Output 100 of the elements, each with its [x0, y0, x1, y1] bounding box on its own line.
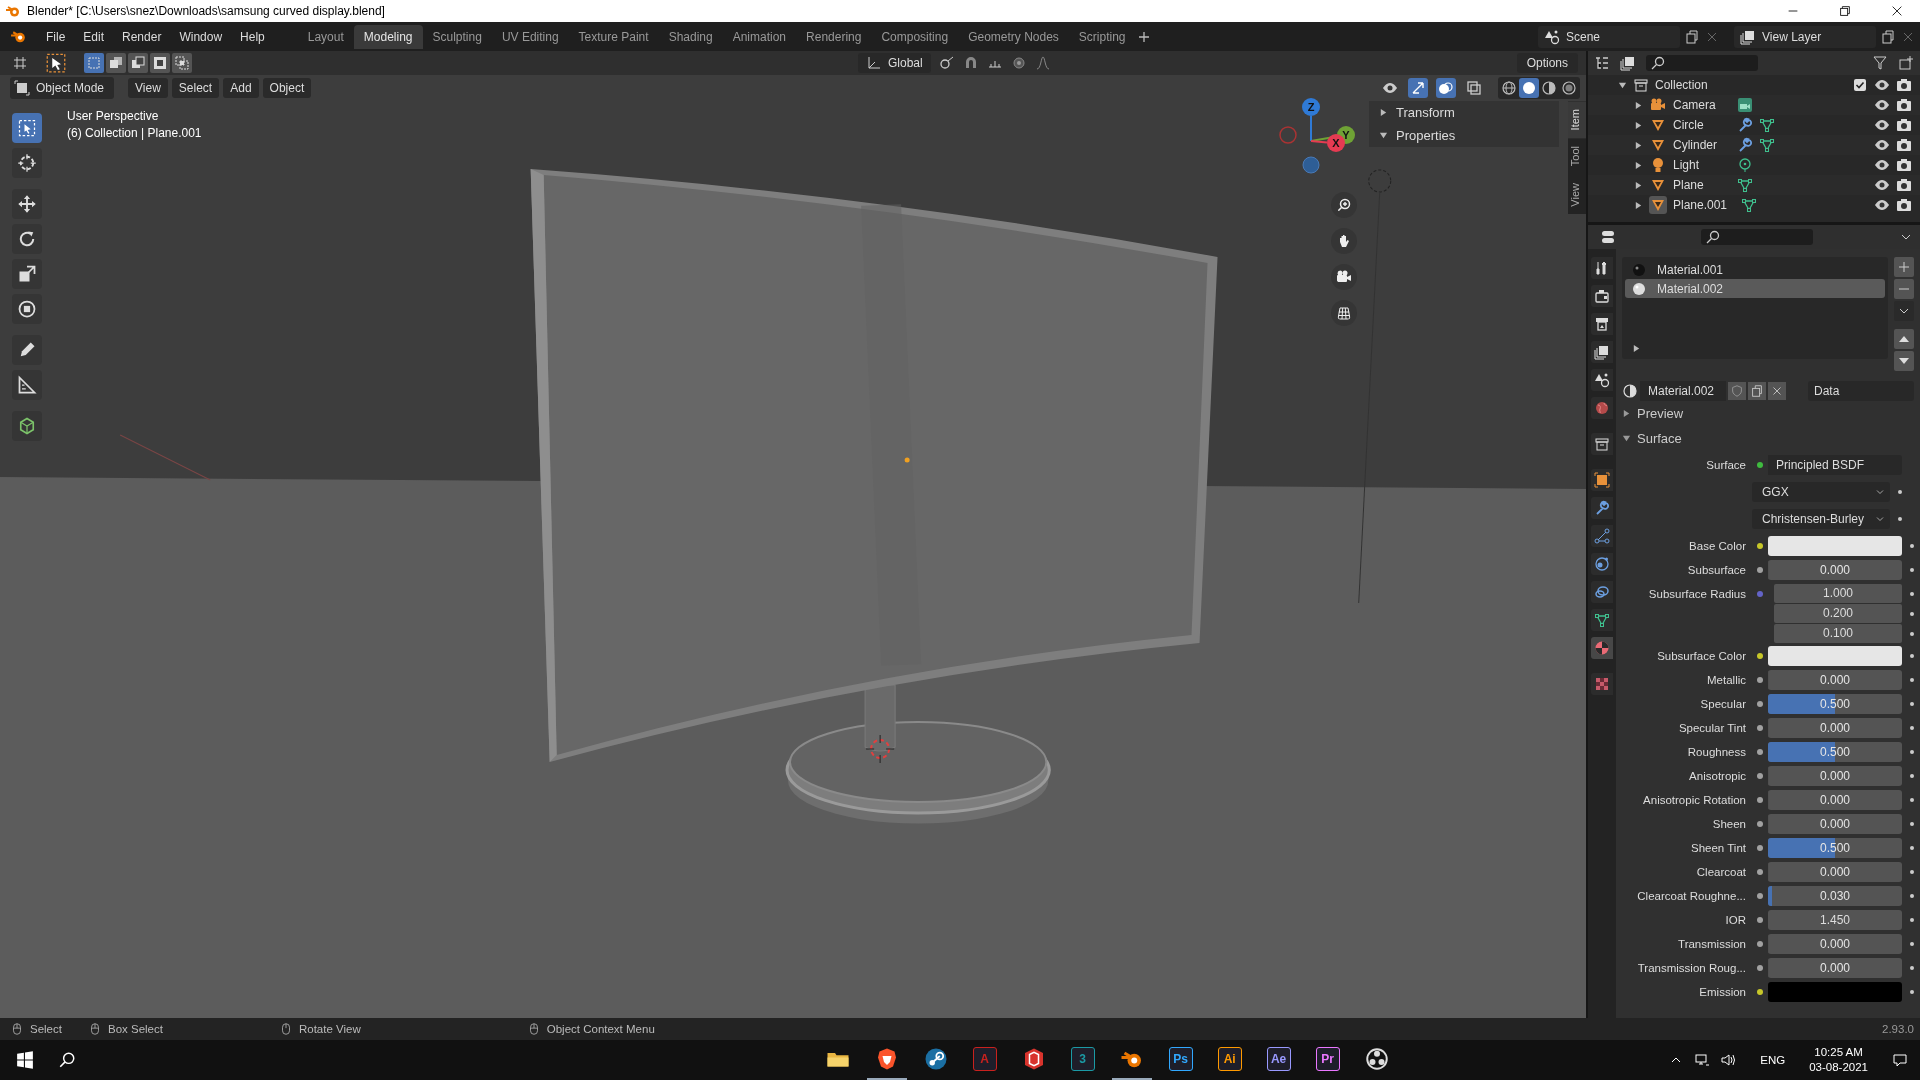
- start-icon[interactable]: [16, 1051, 34, 1069]
- panel-header[interactable]: Properties: [1369, 124, 1559, 147]
- mode-dropdown[interactable]: Object Mode: [10, 76, 115, 99]
- keyframe-dot[interactable]: [1898, 517, 1902, 521]
- selection-mode-icon[interactable]: [172, 53, 192, 73]
- overlay-toggle-icon[interactable]: [1436, 77, 1456, 98]
- camera-data-icon[interactable]: [1737, 97, 1753, 113]
- keyframe-dot[interactable]: [1910, 750, 1914, 754]
- workspace-tab[interactable]: Geometry Nodes: [958, 24, 1069, 49]
- cursor-icon[interactable]: [12, 148, 42, 178]
- keyframe-dot[interactable]: [1910, 726, 1914, 730]
- slider-field[interactable]: 0.030: [1768, 886, 1902, 906]
- panel-header[interactable]: Surface: [1622, 426, 1914, 451]
- keyframe-dot[interactable]: [1910, 966, 1914, 970]
- cube-icon[interactable]: [12, 411, 42, 441]
- workspace-tab[interactable]: Scripting: [1068, 24, 1136, 49]
- particles-tab-icon[interactable]: [1591, 525, 1613, 547]
- sidebar-tab[interactable]: View: [1568, 174, 1586, 215]
- workspace-tab[interactable]: Modeling: [353, 24, 423, 49]
- menu-item[interactable]: Window: [172, 26, 230, 47]
- object-name[interactable]: Camera: [1673, 98, 1723, 112]
- menu-item[interactable]: File: [39, 26, 73, 47]
- slider-field[interactable]: 0.500: [1768, 694, 1902, 714]
- rotate-icon[interactable]: [12, 224, 42, 254]
- clock-date[interactable]: 03-08-2021: [1809, 1060, 1868, 1075]
- workspace-tab[interactable]: Shading: [658, 24, 723, 49]
- properties-editor-icon[interactable]: [1600, 229, 1616, 245]
- eye-icon[interactable]: [1874, 137, 1890, 153]
- keyframe-dot[interactable]: [1910, 894, 1914, 898]
- mesh-data-icon[interactable]: [1737, 177, 1753, 193]
- expand-arrow-icon[interactable]: [1632, 344, 1641, 353]
- view-layer-selector[interactable]: View Layer: [1734, 25, 1876, 48]
- scene-tab-icon[interactable]: [1591, 369, 1613, 391]
- ring-logo-icon[interactable]: [1364, 1047, 1389, 1071]
- camera-render-icon[interactable]: [1896, 177, 1912, 193]
- eye-icon[interactable]: [1874, 177, 1890, 193]
- transform-icon[interactable]: [12, 294, 42, 324]
- keyframe-dot[interactable]: [1910, 990, 1914, 994]
- material-browse-icon[interactable]: [1622, 383, 1638, 399]
- eye-icon[interactable]: [1874, 117, 1890, 133]
- output-tab-icon[interactable]: [1591, 313, 1613, 335]
- eye-icon[interactable]: [1874, 157, 1890, 173]
- number-field[interactable]: 0.200: [1774, 604, 1902, 623]
- slider-field[interactable]: 0.000: [1768, 958, 1902, 978]
- copy-icon[interactable]: [1880, 28, 1896, 45]
- object-name[interactable]: Plane: [1673, 178, 1723, 192]
- pencil-icon[interactable]: [12, 335, 42, 365]
- solid-shading-icon[interactable]: [1519, 77, 1539, 98]
- keyframe-dot[interactable]: [1910, 870, 1914, 874]
- negative-axis-handle[interactable]: [1302, 156, 1320, 174]
- material-tab-icon[interactable]: [1591, 637, 1613, 659]
- physics-tab-icon[interactable]: [1591, 553, 1613, 575]
- workspace-tab[interactable]: Layout: [297, 24, 354, 49]
- filter-icon[interactable]: [1872, 55, 1888, 71]
- wrench-icon[interactable]: [1737, 137, 1753, 153]
- socket-dot[interactable]: [1757, 567, 1763, 573]
- notification-icon[interactable]: [1892, 1052, 1908, 1068]
- socket-dot[interactable]: [1757, 749, 1763, 755]
- light-data-icon[interactable]: [1737, 157, 1753, 173]
- socket-dot[interactable]: [1757, 773, 1763, 779]
- view-menu-item[interactable]: Add: [223, 77, 259, 98]
- object-name[interactable]: Cylinder: [1673, 138, 1723, 152]
- selection-mode-icon[interactable]: [150, 53, 170, 73]
- select-box-icon[interactable]: [12, 113, 42, 143]
- app-tile[interactable]: Ai: [1217, 1047, 1242, 1071]
- socket-dot[interactable]: [1757, 821, 1763, 827]
- workspace-tab[interactable]: Sculpting: [422, 24, 492, 49]
- constraints-tab-icon[interactable]: [1591, 581, 1613, 603]
- mesh-data-icon[interactable]: [1759, 117, 1775, 133]
- slider-field[interactable]: 0.000: [1768, 790, 1902, 810]
- copy-icon[interactable]: [1748, 382, 1766, 400]
- search-field[interactable]: [1701, 229, 1813, 245]
- keyframe-dot[interactable]: [1910, 654, 1914, 658]
- keyframe-dot[interactable]: [1910, 774, 1914, 778]
- axis-handle[interactable]: [1302, 98, 1320, 116]
- clock-time[interactable]: 10:25 AM: [1814, 1045, 1863, 1060]
- menu-item[interactable]: Help: [233, 26, 272, 47]
- language-indicator[interactable]: ENG: [1760, 1054, 1786, 1066]
- camera-render-icon[interactable]: [1896, 97, 1912, 113]
- slider-field[interactable]: 0.000: [1768, 934, 1902, 954]
- camera-render-icon[interactable]: [1896, 117, 1912, 133]
- keyframe-dot[interactable]: [1898, 490, 1902, 494]
- sidebar-tab[interactable]: Tool: [1568, 138, 1586, 175]
- material-slot[interactable]: Material.002: [1625, 279, 1885, 298]
- workspace-tab[interactable]: Rendering: [796, 24, 872, 49]
- material-slot[interactable]: Material.001: [1625, 260, 1885, 279]
- ruler-icon[interactable]: [12, 370, 42, 400]
- socket-dot[interactable]: [1757, 725, 1763, 731]
- eye-icon[interactable]: [1874, 97, 1890, 113]
- copy-icon[interactable]: [1684, 28, 1700, 45]
- gizmo-toggle-icon[interactable]: [1408, 77, 1428, 98]
- view-layer-tab-icon[interactable]: [1591, 341, 1613, 363]
- object-name[interactable]: Circle: [1673, 118, 1723, 132]
- scene-selector[interactable]: Scene: [1538, 25, 1680, 48]
- shader-link-field[interactable]: Principled BSDF: [1768, 455, 1902, 475]
- dropdown[interactable]: GGX: [1752, 482, 1890, 502]
- outliner-editor-icon[interactable]: [1594, 55, 1610, 71]
- socket-dot[interactable]: [1757, 591, 1763, 597]
- slider-field[interactable]: 0.000: [1768, 718, 1902, 738]
- checkbox-icon[interactable]: [1852, 77, 1868, 93]
